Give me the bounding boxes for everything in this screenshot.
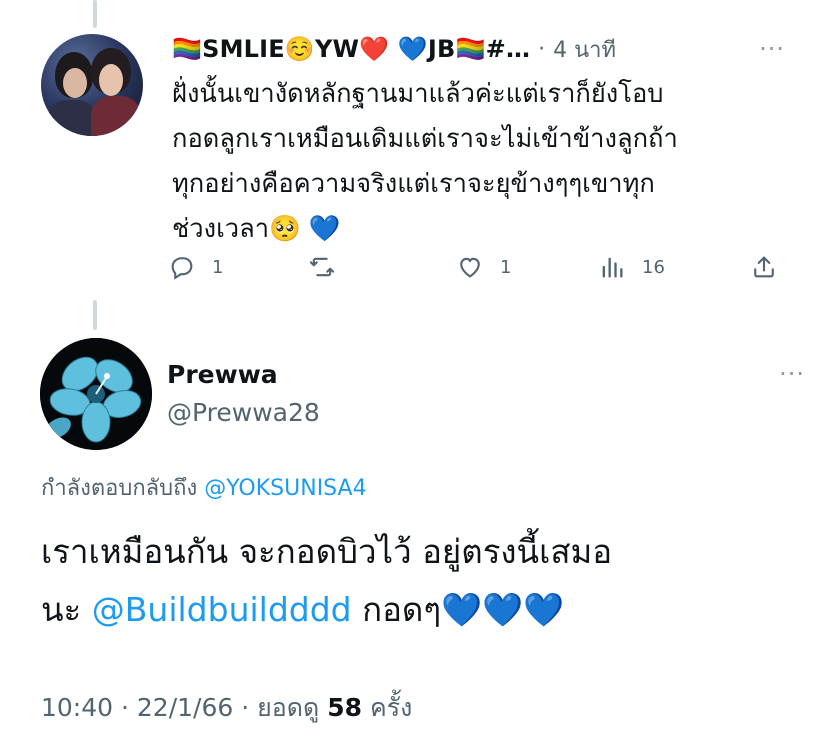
separator-dot: · xyxy=(241,693,250,722)
tweet-text: เราเหมือนกัน จะกอดบิวไว้ อยู่ตรงนี้เสมอ … xyxy=(41,523,801,639)
views-button[interactable]: 16 xyxy=(598,253,665,281)
blue-hearts-emoji: 💙💙💙 xyxy=(441,590,565,629)
reply-text: ฝั่งนั้นเขางัดหลักฐานมาแล้วค่ะแต่เราก็ยั… xyxy=(172,72,782,252)
reply-text-line: ช่วงเวลา🥺 💙 xyxy=(172,214,341,244)
reply-button[interactable]: 1 xyxy=(168,253,223,281)
tweet-date[interactable]: 22/1/66 xyxy=(137,693,233,722)
views-count: 16 xyxy=(642,256,665,278)
tweet-metadata: 10:40 · 22/1/66 · ยอดดู 58 ครั้ง xyxy=(41,688,412,728)
share-button[interactable] xyxy=(750,253,778,281)
reply-text-line: ฝั่งนั้นเขางัดหลักฐานมาแล้วค่ะแต่เราก็ยั… xyxy=(172,79,664,109)
replying-to-label: กำลังตอบกลับถึง @YOKSUNISA4 xyxy=(41,470,367,505)
replying-to-mention[interactable]: @YOKSUNISA4 xyxy=(204,476,366,501)
thread-connector-top xyxy=(93,0,97,28)
tweet-text-line-1: เราเหมือนกัน จะกอดบิวไว้ อยู่ตรงนี้เสมอ xyxy=(41,532,613,571)
retweet-icon xyxy=(309,257,335,277)
tweet-more-options-icon[interactable]: ··· xyxy=(779,360,805,388)
like-button[interactable]: 1 xyxy=(456,253,511,281)
thread-connector-bottom xyxy=(93,300,97,330)
author-display-name[interactable]: Prewwa xyxy=(167,360,278,389)
tweet-text-line-2: นะ @Buildbuildddd กอดๆ💙💙💙 xyxy=(41,581,801,639)
hibiscus-flower-icon xyxy=(40,338,152,450)
reply-timestamp[interactable]: 4 นาที xyxy=(553,32,616,67)
tweet-text-suffix: กอดๆ xyxy=(351,590,442,629)
share-icon xyxy=(754,256,774,278)
views-icon xyxy=(602,257,623,278)
replying-to-prefix: กำลังตอบกลับถึง xyxy=(41,476,205,501)
tweet-mention-link[interactable]: @Buildbuildddd xyxy=(92,590,352,629)
reply-text-line: กอดลูกเราเหมือนเดิมแต่เราจะไม่เข้าข้างลู… xyxy=(172,124,678,154)
author-avatar[interactable] xyxy=(40,338,152,450)
like-icon xyxy=(460,257,480,278)
views-label: ยอดดู xyxy=(257,693,320,722)
reply-more-options-icon[interactable]: ··· xyxy=(759,35,785,63)
views-unit: ครั้ง xyxy=(369,693,413,722)
tweet-text-prefix: นะ xyxy=(41,590,92,629)
reply-count: 1 xyxy=(212,256,224,278)
retweet-button[interactable] xyxy=(308,253,352,281)
tweet-views-count: 58 xyxy=(327,693,363,722)
separator-dot: · xyxy=(538,36,546,62)
reply-author-name[interactable]: 🏳️‍🌈SMLIE☺️YW❤️ 💙JB🏳️‍🌈#… xyxy=(172,35,530,63)
tweet-time[interactable]: 10:40 xyxy=(41,693,113,722)
reply-header: 🏳️‍🌈SMLIE☺️YW❤️ 💙JB🏳️‍🌈#… · 4 นาที ··· xyxy=(172,32,807,66)
reply-action-bar: 1 1 16 xyxy=(160,253,800,291)
separator-dot: · xyxy=(121,693,129,722)
author-handle[interactable]: @Prewwa28 xyxy=(167,398,320,427)
reply-author-avatar[interactable] xyxy=(41,34,143,136)
reply-text-line: ทุกอย่างคือความจริงแต่เราจะยุข้างๆๆเขาทุ… xyxy=(172,169,655,199)
reply-icon xyxy=(171,257,193,280)
like-count: 1 xyxy=(500,256,512,278)
